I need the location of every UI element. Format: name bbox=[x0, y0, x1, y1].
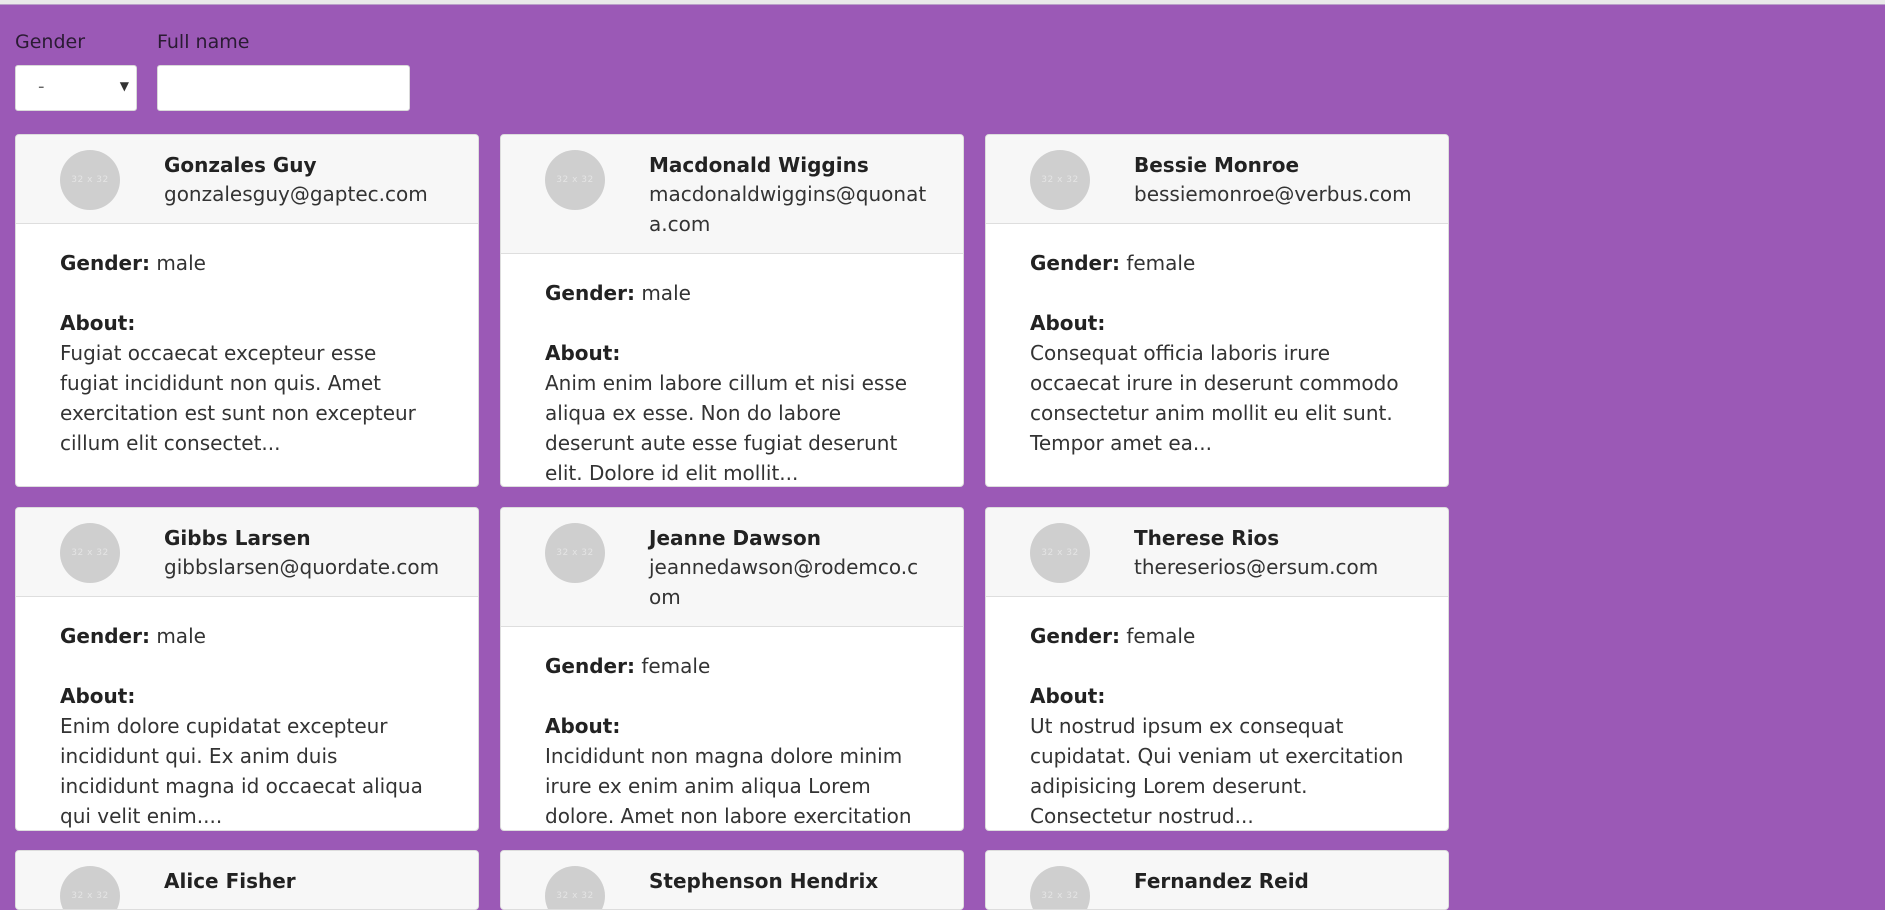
gender-value: male bbox=[641, 281, 691, 305]
user-card: 32 x 32 Gibbs Larsen gibbslarsen@quordat… bbox=[15, 507, 479, 831]
filter-bar: Gender - ▼ Full name bbox=[15, 30, 410, 111]
user-card: 32 x 32 Gonzales Guy gonzalesguy@gaptec.… bbox=[15, 134, 479, 487]
gender-value: female bbox=[1126, 624, 1196, 648]
avatar: 32 x 32 bbox=[545, 523, 605, 583]
about-label: About: bbox=[545, 714, 621, 738]
gender-label: Gender: bbox=[60, 624, 150, 648]
user-card: 32 x 32 Macdonald Wiggins macdonaldwiggi… bbox=[500, 134, 964, 487]
gender-value: female bbox=[1126, 251, 1196, 275]
user-card-header: 32 x 32 Macdonald Wiggins macdonaldwiggi… bbox=[501, 135, 963, 254]
user-name: Fernandez Reid bbox=[1134, 869, 1309, 893]
user-card-body: Gender: male About: Anim enim labore cil… bbox=[501, 254, 963, 486]
user-card-body: Gender: female About: Ut nostrud ipsum e… bbox=[986, 597, 1448, 830]
about-text: Consequat officia laboris irure occaecat… bbox=[1030, 341, 1399, 455]
avatar: 32 x 32 bbox=[60, 866, 120, 909]
about-label: About: bbox=[60, 684, 136, 708]
user-card-header: 32 x 32 Stephenson Hendrix bbox=[501, 851, 963, 909]
user-card: 32 x 32 Bessie Monroe bessiemonroe@verbu… bbox=[985, 134, 1449, 487]
gender-value: female bbox=[641, 654, 711, 678]
user-name: Alice Fisher bbox=[164, 869, 296, 893]
avatar: 32 x 32 bbox=[545, 866, 605, 909]
about-label: About: bbox=[1030, 684, 1106, 708]
top-border bbox=[0, 0, 1885, 5]
gender-value: male bbox=[156, 624, 206, 648]
about-label: About: bbox=[1030, 311, 1106, 335]
gender-select[interactable]: - ▼ bbox=[15, 65, 137, 111]
user-card: 32 x 32 Therese Rios thereserios@ersum.c… bbox=[985, 507, 1449, 831]
user-card-header: 32 x 32 Therese Rios thereserios@ersum.c… bbox=[986, 508, 1448, 597]
user-name: Bessie Monroe bbox=[1134, 153, 1300, 177]
user-name: Jeanne Dawson bbox=[649, 526, 821, 550]
avatar: 32 x 32 bbox=[1030, 150, 1090, 210]
user-card-header: 32 x 32 Fernandez Reid bbox=[986, 851, 1448, 909]
gender-filter-label: Gender bbox=[15, 31, 86, 53]
user-card-body: Gender: male About: Enim dolore cupidata… bbox=[16, 597, 478, 830]
gender-label: Gender: bbox=[545, 654, 635, 678]
user-email: thereserios@ersum.com bbox=[1134, 555, 1379, 579]
user-card: 32 x 32 Stephenson Hendrix bbox=[500, 850, 964, 910]
user-card-header: 32 x 32 Gonzales Guy gonzalesguy@gaptec.… bbox=[16, 135, 478, 224]
avatar: 32 x 32 bbox=[545, 150, 605, 210]
user-name: Macdonald Wiggins bbox=[649, 153, 869, 177]
user-card-header: 32 x 32 Alice Fisher bbox=[16, 851, 478, 909]
gender-label: Gender: bbox=[60, 251, 150, 275]
gender-value: male bbox=[156, 251, 206, 275]
user-name: Stephenson Hendrix bbox=[649, 869, 879, 893]
gender-select-value: - bbox=[38, 76, 45, 97]
gender-label: Gender: bbox=[545, 281, 635, 305]
avatar: 32 x 32 bbox=[1030, 866, 1090, 909]
user-card-body: Gender: female About: Consequat officia … bbox=[986, 224, 1448, 482]
about-text: Anim enim labore cillum et nisi esse ali… bbox=[545, 371, 908, 485]
user-email: macdonaldwiggins@quonata.com bbox=[649, 182, 927, 236]
about-text: Incididunt non magna dolore minim irure … bbox=[545, 744, 912, 828]
avatar: 32 x 32 bbox=[60, 150, 120, 210]
about-text: Ut nostrud ipsum ex consequat cupidatat.… bbox=[1030, 714, 1404, 828]
about-text: Enim dolore cupidatat excepteur incididu… bbox=[60, 714, 423, 828]
caret-down-icon: ▼ bbox=[119, 79, 129, 93]
gender-label: Gender: bbox=[1030, 624, 1120, 648]
user-card: 32 x 32 Jeanne Dawson jeannedawson@rodem… bbox=[500, 507, 964, 831]
gender-label: Gender: bbox=[1030, 251, 1120, 275]
user-name: Gibbs Larsen bbox=[164, 526, 311, 550]
fullname-filter: Full name bbox=[157, 30, 410, 111]
user-card-header: 32 x 32 Gibbs Larsen gibbslarsen@quordat… bbox=[16, 508, 478, 597]
user-card: 32 x 32 Fernandez Reid bbox=[985, 850, 1449, 910]
user-card: 32 x 32 Alice Fisher bbox=[15, 850, 479, 910]
user-card-body: Gender: female About: Incididunt non mag… bbox=[501, 627, 963, 830]
user-email: gonzalesguy@gaptec.com bbox=[164, 182, 428, 206]
user-name: Therese Rios bbox=[1134, 526, 1280, 550]
avatar: 32 x 32 bbox=[1030, 523, 1090, 583]
user-email: gibbslarsen@quordate.com bbox=[164, 555, 440, 579]
about-label: About: bbox=[60, 311, 136, 335]
user-card-header: 32 x 32 Bessie Monroe bessiemonroe@verbu… bbox=[986, 135, 1448, 224]
about-text: Fugiat occaecat excepteur esse fugiat in… bbox=[60, 341, 416, 455]
fullname-filter-label: Full name bbox=[157, 31, 250, 53]
fullname-input[interactable] bbox=[157, 65, 410, 111]
about-label: About: bbox=[545, 341, 621, 365]
avatar: 32 x 32 bbox=[60, 523, 120, 583]
user-name: Gonzales Guy bbox=[164, 153, 317, 177]
user-email: bessiemonroe@verbus.com bbox=[1134, 182, 1412, 206]
user-card-header: 32 x 32 Jeanne Dawson jeannedawson@rodem… bbox=[501, 508, 963, 627]
gender-filter: Gender - ▼ bbox=[15, 30, 137, 111]
user-card-body: Gender: male About: Fugiat occaecat exce… bbox=[16, 224, 478, 482]
user-email: jeannedawson@rodemco.com bbox=[649, 555, 919, 609]
